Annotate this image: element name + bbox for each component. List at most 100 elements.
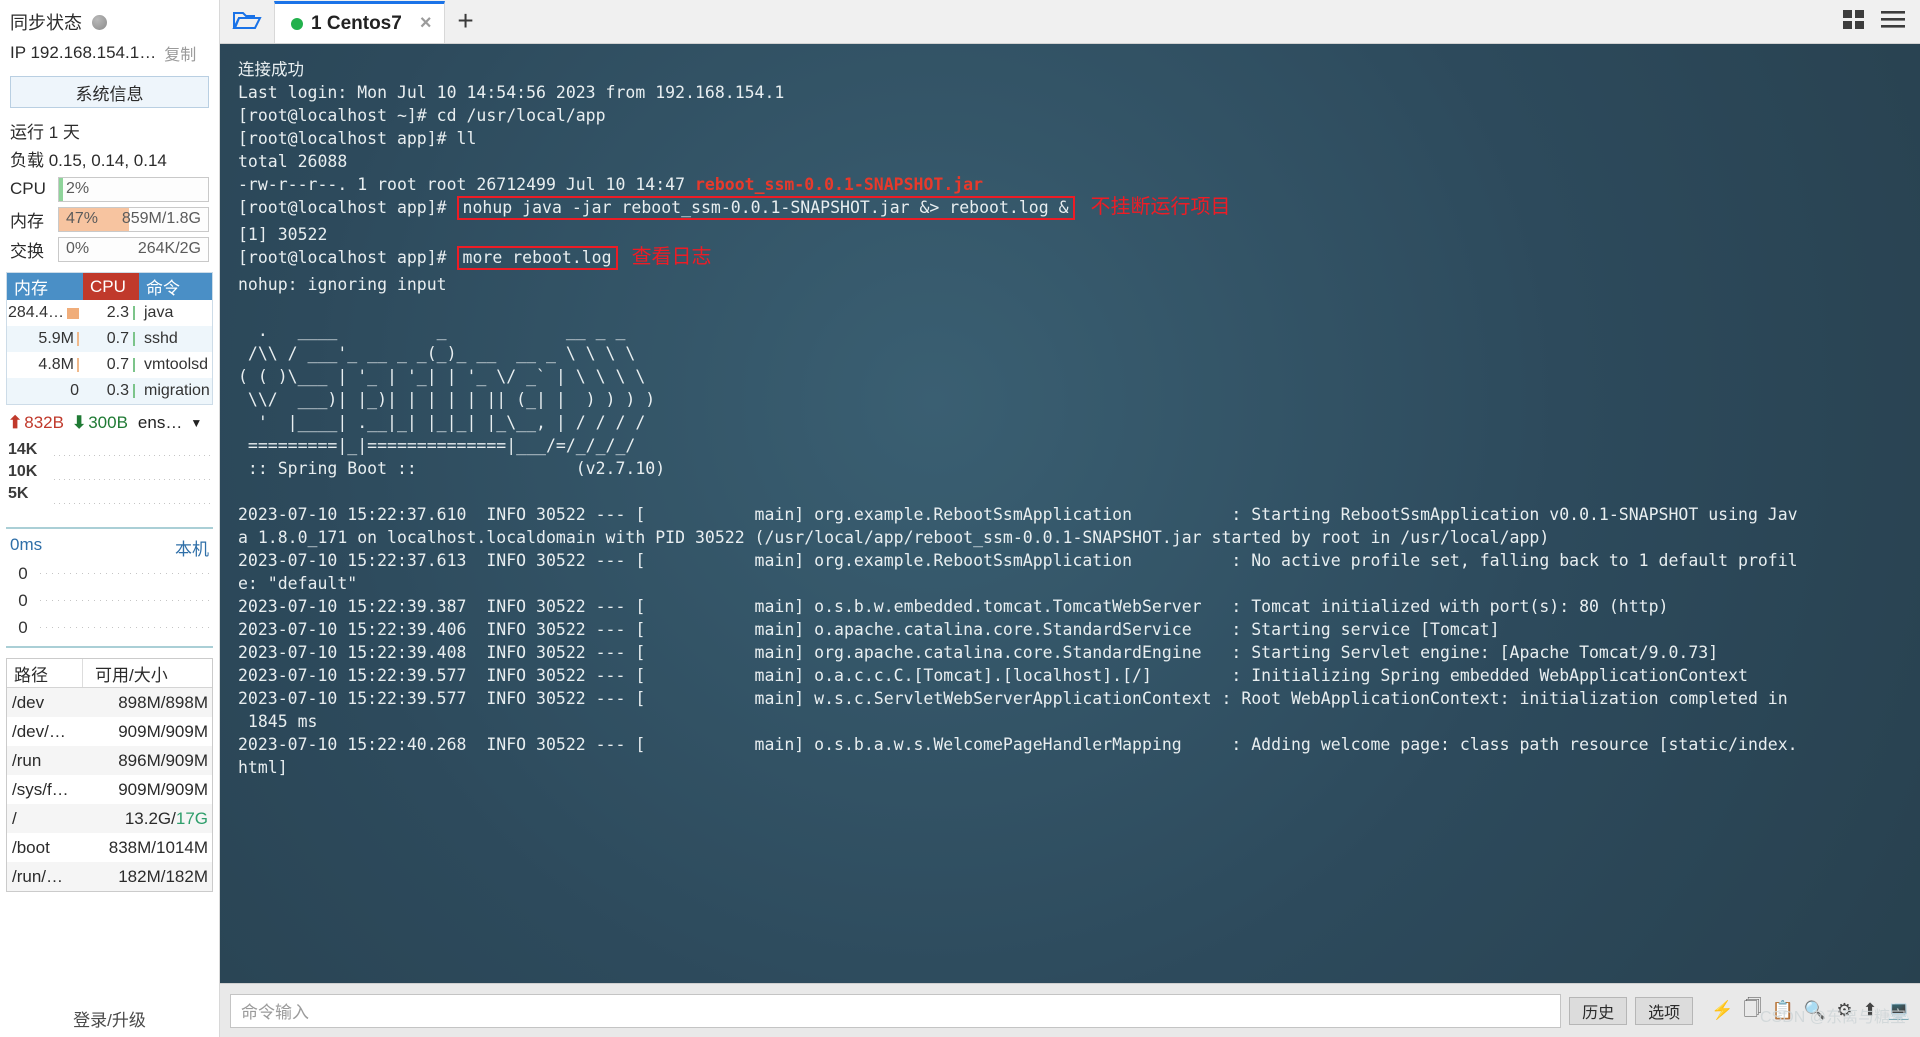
process-command-value: migration [144,382,210,399]
network-gridline [54,503,213,504]
process-col-command[interactable]: 命令 [139,273,212,300]
table-row[interactable]: / 13.2G/17G [7,804,212,833]
table-row[interactable]: /sys/f… 909M/909M [7,775,212,804]
network-header: ⬆ 832B ⬇ 300B ens… ▼ [0,405,219,435]
spring-banner-line: =========|_|==============|___/=/_/_/_/ [238,436,636,455]
table-row[interactable]: /run 896M/909M [7,746,212,775]
latency-row: 0 [6,587,213,614]
process-col-cpu[interactable]: CPU [83,273,139,300]
spring-banner-line: ( ( )\___ | '_ | '_| | '_ \/ _` | \ \ \ … [238,367,646,386]
log-line: a 1.8.0_171 on localhost.localdomain wit… [238,528,1550,547]
disk-table: 路径 可用/大小 /dev 898M/898M /dev/… 909M/909M… [6,658,213,892]
latency-chart: 0 0 0 [6,560,213,642]
memory-spark-icon [77,332,79,346]
log-line: 2023-07-10 15:22:39.408 INFO 30522 --- [… [238,643,1719,662]
terminal-line-connect: 连接成功 [238,60,304,79]
swap-meter-text: 0% 264K/2G [59,238,208,261]
table-row[interactable]: /dev 898M/898M [7,688,212,717]
log-line: 2023-07-10 15:22:39.406 INFO 30522 --- [… [238,620,1500,639]
network-upload-value: 832B [24,413,64,432]
process-table-header: 内存 CPU 命令 [7,273,212,300]
latency-row-value: 0 [18,590,28,610]
shell-prompt: [root@localhost app]# [238,248,457,267]
memory-meter-label: 内存 [10,211,44,231]
log-line: 2023-07-10 15:22:40.268 INFO 30522 --- [… [238,735,1798,754]
disk-path-value: /dev/… [12,721,66,741]
disk-path-value: /boot [12,837,50,857]
hamburger-menu-icon[interactable] [1880,8,1906,35]
cpu-spark-icon [133,332,135,346]
swap-meter-detail: 264K/2G [137,240,201,257]
memory-meter-row: 内存 47% 859M/1.8G [0,204,219,234]
spring-banner-line: \\/ ___)| |_)| | | | | || (_| | ) ) ) ) [238,390,656,409]
system-info-button[interactable]: 系统信息 [10,76,209,108]
log-line: 2023-07-10 15:22:37.610 INFO 30522 --- [… [238,505,1798,524]
close-icon[interactable]: × [420,12,432,35]
terminal-line-command-nohup: [root@localhost app]# nohup java -jar re… [238,196,1920,223]
memory-meter-percent: 47% [66,210,99,227]
latency-gridline [40,573,213,574]
history-button[interactable]: 历史 [1569,996,1628,1025]
network-interface-label: ens… [137,413,183,432]
process-memory-value: 284.4… [7,304,64,321]
latency-row-value: 0 [18,617,28,637]
latency-row-value: 0 [18,563,28,583]
disk-size-value: 898M/898M [118,692,208,712]
grid-view-icon[interactable] [1842,8,1866,35]
disk-size-value: 909M/909M [118,721,208,741]
disk-table-header: 路径 可用/大小 [7,659,212,688]
table-row[interactable]: 5.9M 0.7 sshd [7,326,212,352]
log-line: e: "default" [238,574,358,593]
new-tab-button[interactable]: + [445,0,487,43]
process-cpu-value: 2.3 [106,304,129,321]
options-button[interactable]: 选项 [1635,996,1694,1025]
copy-icon[interactable]: 🗍 [1744,996,1762,1026]
swap-meter-row: 交换 0% 264K/2G [0,234,219,264]
command-input[interactable]: 命令输入 [230,993,1562,1028]
table-row[interactable]: /boot 838M/1014M [7,833,212,862]
network-chart-axis-labels: 14K 10K 5K [8,439,37,505]
table-row[interactable]: /run/… 182M/182M [7,862,212,891]
disk-size-value: 13.2G/ [124,808,176,828]
chevron-down-icon[interactable]: ▼ [190,416,202,430]
process-command-value: java [144,304,174,321]
log-line: 2023-07-10 15:22:37.613 INFO 30522 --- [… [238,551,1798,570]
copy-ip-button[interactable]: 复制 [164,41,196,65]
download-arrow-icon: ⬇ [71,413,87,432]
latency-gridline [40,600,213,601]
table-row[interactable]: 4.8M 0.7 vmtoolsd [7,352,212,378]
process-table: 内存 CPU 命令 284.4… 2.3 java 5.9M 0.7 sshd … [6,272,213,405]
process-memory-value: 4.8M [38,356,74,373]
command-bar: 命令输入 历史 选项 ⚡ 🗍 📋 🔍 ⚙ ⬆ 💻 CSDN @东离与糖宝 [220,983,1920,1037]
folder-open-icon[interactable] [220,0,274,43]
status-dot-icon [92,14,107,30]
process-col-memory[interactable]: 内存 [7,273,83,300]
latency-header: 0ms 本机 [0,529,219,560]
disk-col-size[interactable]: 可用/大小 [83,659,212,687]
cpu-meter-text: 2% [59,178,208,201]
memory-meter-detail: 859M/1.8G [121,210,201,227]
bolt-icon[interactable]: ⚡ [1711,1000,1733,1021]
network-chart-plot [54,437,213,523]
tab-centos7[interactable]: 1 Centos7 × [274,1,445,43]
process-cpu-value: 0.7 [106,330,129,347]
terminal-output[interactable]: 连接成功 Last login: Mon Jul 10 14:54:56 202… [220,44,1920,983]
login-upgrade-link[interactable]: 登录/升级 [0,1006,219,1031]
process-cpu-value: 0.3 [106,382,129,399]
log-line: 2023-07-10 15:22:39.387 INFO 30522 --- [… [238,597,1669,616]
disk-path-value: /sys/f… [12,779,69,799]
table-row[interactable]: 284.4… 2.3 java [7,300,212,326]
memory-spark-icon [77,358,79,372]
table-row[interactable]: 0 0.3 migration [7,378,212,404]
disk-col-path[interactable]: 路径 [7,659,83,687]
tab-bar-actions [1842,0,1920,43]
tab-bar: 1 Centos7 × + [220,0,1920,44]
latency-value: 0ms [10,535,43,554]
disk-path-value: / [12,808,17,828]
disk-size-value: 182M/182M [118,866,208,886]
swap-meter-label: 交换 [10,241,44,261]
latency-gridline [40,627,213,628]
watermark-text: CSDN @东离与糖宝 [1759,1009,1906,1026]
table-row[interactable]: /dev/… 909M/909M [7,717,212,746]
latency-row: 0 [6,560,213,587]
